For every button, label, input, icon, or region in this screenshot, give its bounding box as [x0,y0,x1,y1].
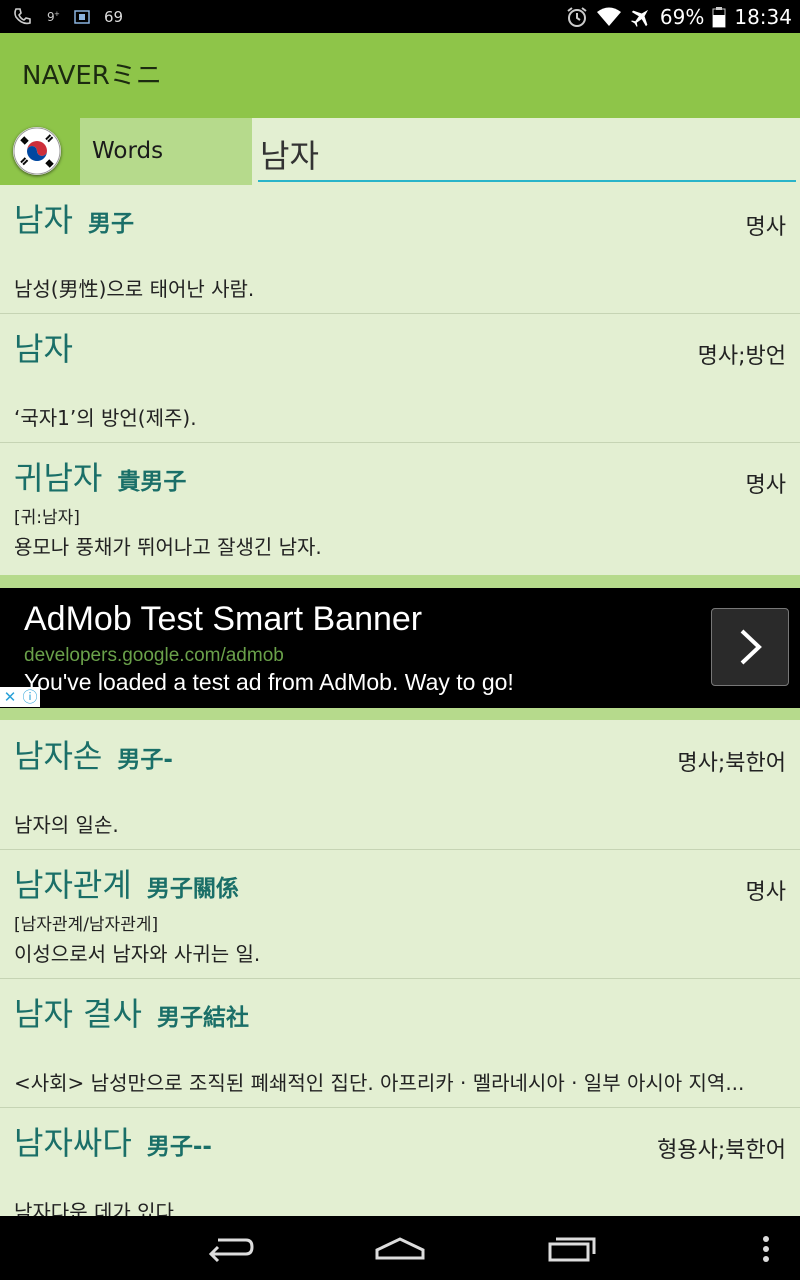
battery-percent: 69% [659,4,705,29]
search-mode-label: Words [92,138,164,164]
results-list-bottom: 남자손 男子- 명사;북한어 남자의 일손. 남자관계 男子關係 명사 [남자관… [0,721,800,1237]
search-input[interactable] [258,128,796,182]
entry-word: 남자 [14,201,73,239]
entry-pronunciation: [남자관계/남자관게] [14,915,159,935]
ad-close-icon[interactable]: ✕ [0,687,20,707]
ad-body[interactable]: You've loaded a test ad from AdMob. Way … [24,669,514,696]
alarm-icon [566,6,588,28]
back-button[interactable] [204,1230,256,1270]
entry-pronunciation: [귀:남자] [14,508,80,528]
entry-hanja: 男子關係 [146,876,239,902]
entry-pos: 명사 [745,473,786,498]
app-title: NAVERミニ [22,61,162,91]
entry-hanja: 貴男子 [117,469,187,495]
home-button[interactable] [374,1230,426,1270]
home-icon [375,1237,425,1260]
entry-pos: 명사 [745,880,786,905]
navigation-bar [0,1216,800,1280]
signal-icon: 9 + [46,8,60,26]
entry-word: 남자 [14,330,73,368]
chevron-right-icon [740,629,762,665]
entry-definition: ‘국자1’의 방언(제주). [14,406,197,430]
status-bar: 9 + 69 69% 18:34 [0,0,800,33]
wifi-icon [596,6,622,28]
entry-definition: 용모나 풍채가 뛰어나고 잘생긴 남자. [14,535,322,559]
screenshot-icon [74,9,90,24]
entry-definition: 남성(男性)으로 태어난 사람. [14,277,255,301]
airplane-icon [630,6,652,28]
notification-count: 69 [104,7,124,26]
entry-hanja: 男子-- [146,1134,212,1160]
entry-definition: <사회> 남성만으로 조직된 폐쇄적인 집단. 아프리카 · 멜라네시아 · 일… [14,1071,745,1095]
back-icon [208,1238,254,1263]
app-bar: NAVERミニ [0,33,800,118]
search-row: Words [0,118,800,185]
entry-word: 귀남자 [14,459,103,497]
ad-divider [0,708,800,720]
entry-word: 남자 결사 [14,995,142,1033]
list-item[interactable]: 귀남자 貴男子 명사 [귀:남자] 용모나 풍채가 뛰어나고 잘생긴 남자. [0,443,800,574]
ad-title[interactable]: AdMob Test Smart Banner [24,600,422,639]
recents-button[interactable] [546,1230,598,1270]
ad-url[interactable]: developers.google.com/admob [24,645,284,667]
ad-divider [0,575,800,588]
entry-pos: 형용사;북한어 [657,1138,786,1163]
overflow-menu-icon [763,1236,769,1262]
ad-open-button[interactable] [711,608,789,686]
battery-icon [712,6,726,28]
svg-text:+: + [54,10,60,18]
list-item[interactable]: 남자 결사 男子結社 <사회> 남성만으로 조직된 폐쇄적인 집단. 아프리카 … [0,979,800,1108]
korea-flag-icon[interactable] [13,127,61,175]
entry-hanja: 男子- [117,747,173,773]
entry-pos: 명사 [745,215,786,240]
entry-hanja: 男子結社 [157,1005,250,1031]
menu-button[interactable] [756,1230,776,1270]
entry-definition: 남자의 일손. [14,813,119,837]
entry-pos: 명사;방언 [697,344,786,369]
ad-info-icon[interactable]: ⓘ [20,687,40,707]
language-selector[interactable] [0,118,80,185]
search-mode-tab[interactable]: Words [80,118,252,185]
entry-word: 남자손 [14,737,103,775]
entry-pos: 명사;북한어 [677,751,786,776]
list-item[interactable]: 남자손 男子- 명사;북한어 남자의 일손. [0,721,800,850]
phone-icon [12,7,32,27]
status-time: 18:34 [734,4,792,29]
ad-banner[interactable]: AdMob Test Smart Banner developers.googl… [0,588,800,708]
entry-word: 남자싸다 [14,1124,132,1162]
entry-definition: 이성으로서 남자와 사귀는 일. [14,942,261,966]
entry-word: 남자관계 [14,866,132,904]
list-item[interactable]: 남자관계 男子關係 명사 [남자관계/남자관게] 이성으로서 남자와 사귀는 일… [0,850,800,979]
list-item[interactable]: 남자 명사;방언 ‘국자1’의 방언(제주). [0,314,800,443]
recents-icon [548,1237,596,1262]
entry-hanja: 男子 [87,211,134,237]
list-item[interactable]: 남자 男子 명사 남성(男性)으로 태어난 사람. [0,185,800,314]
results-list-top: 남자 男子 명사 남성(男性)으로 태어난 사람. 남자 명사;방언 ‘국자1’… [0,185,800,574]
